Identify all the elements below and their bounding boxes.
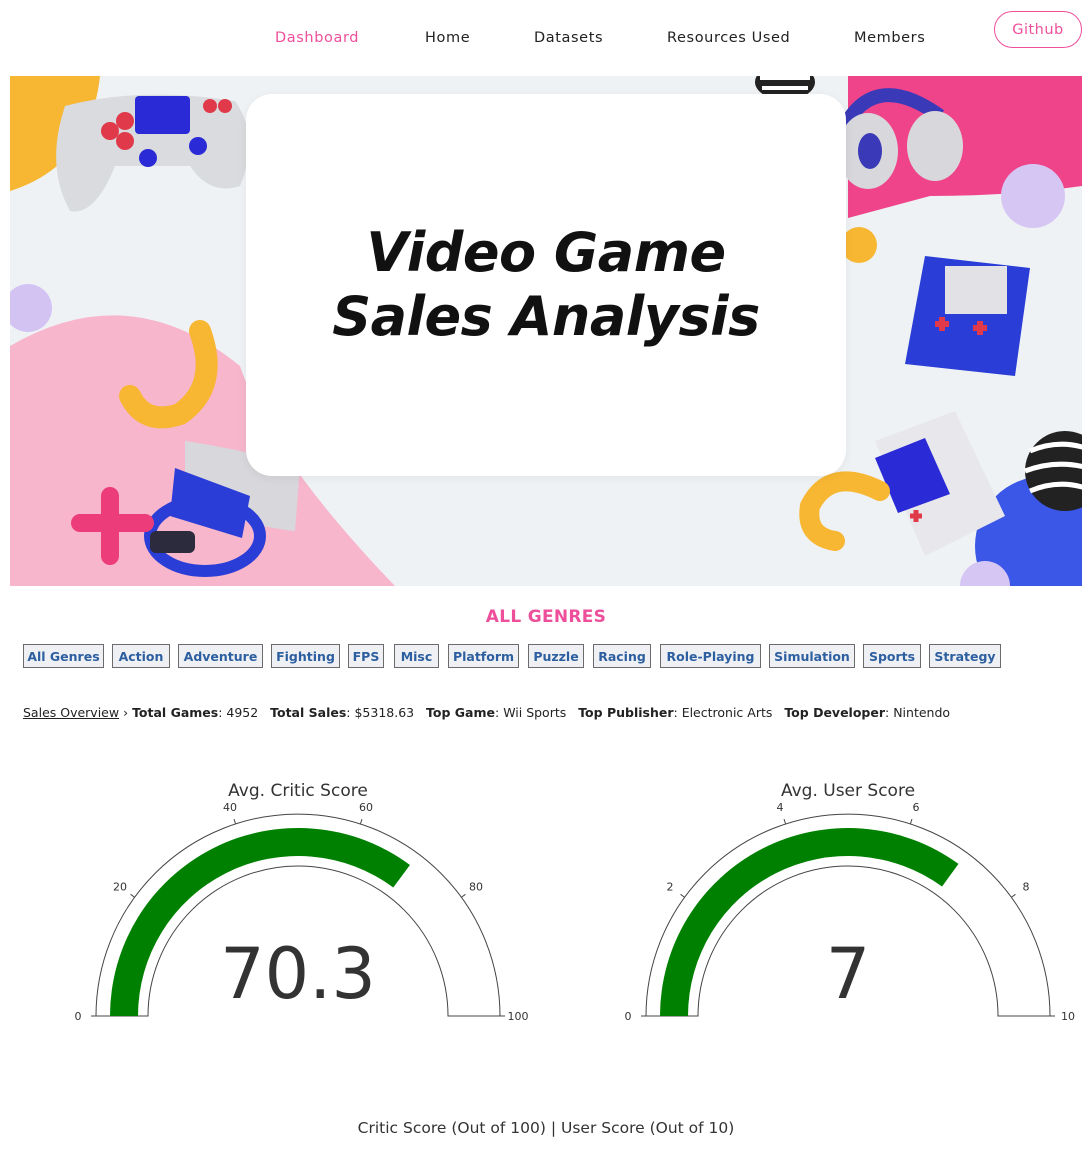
gauge-value-bar	[660, 828, 959, 1016]
gauge-title: Avg. User Score	[781, 781, 915, 801]
gauge-tick	[783, 818, 787, 825]
genre-button-action[interactable]: Action	[112, 644, 170, 668]
top-navbar: Dashboard Home Datasets Resources Used M…	[0, 0, 1092, 76]
gauge-tick	[909, 818, 913, 825]
gauge-tick	[359, 818, 363, 825]
breadcrumb-separator: ›	[123, 705, 129, 720]
score-gauges: 0 20 40 60 80 100 Avg. Critic Score 70.3 0 2 4 6 8 10…	[75, 781, 1076, 1023]
genre-button-racing[interactable]: Racing	[593, 644, 651, 668]
nav-home[interactable]: Home	[425, 30, 470, 46]
genre-button-strategy[interactable]: Strategy	[929, 644, 1001, 668]
gauge-tick	[680, 893, 685, 898]
top-publisher-label: Top Publisher	[578, 705, 674, 720]
genre-button-sports[interactable]: Sports	[863, 644, 921, 668]
gauge-value: 70.3	[220, 933, 376, 1015]
hero-title-line2: Sales Analysis	[332, 285, 760, 348]
gauge-tick-label: 6	[912, 801, 919, 814]
genre-button-adventure[interactable]: Adventure	[178, 644, 263, 668]
gauge-tick	[233, 818, 237, 825]
nav-dashboard[interactable]: Dashboard	[275, 30, 359, 46]
sales-overview-summary: Sales Overview › Total Games: 4952 Total…	[23, 705, 951, 720]
genre-button-puzzle[interactable]: Puzzle	[528, 644, 584, 668]
gauge-tick-label: 0	[625, 1010, 632, 1023]
hero-title-card: Video Game Sales Analysis	[246, 94, 846, 476]
genre-button-fps[interactable]: FPS	[348, 644, 384, 668]
genre-button-simulation[interactable]: Simulation	[769, 644, 855, 668]
gauge-tick-label: 10	[1061, 1010, 1075, 1023]
hero-banner: Video Game Sales Analysis	[10, 76, 1082, 586]
top-game-value: Wii Sports	[503, 705, 567, 720]
gauge-title: Avg. Critic Score	[228, 781, 368, 801]
genre-heading: ALL GENRES	[485, 607, 607, 627]
total-sales-value: $5318.63	[354, 705, 415, 720]
nav-members[interactable]: Members	[854, 30, 925, 46]
genre-button-all-genres[interactable]: All Genres	[23, 644, 104, 668]
gauge-tick-label: 40	[223, 801, 237, 814]
gauge-tick-label: 100	[508, 1010, 529, 1023]
total-games-label: Total Games	[132, 705, 219, 720]
gauge-value: 7	[826, 933, 871, 1015]
gamepad-illustration	[56, 94, 249, 212]
gauge-tick-label: 4	[777, 801, 784, 814]
gauge-tick-label: 0	[75, 1010, 82, 1023]
genre-button-role-playing[interactable]: Role-Playing	[660, 644, 761, 668]
top-publisher-value: Electronic Arts	[681, 705, 773, 720]
genre-button-platform[interactable]: Platform	[448, 644, 519, 668]
sales-overview-link[interactable]: Sales Overview	[23, 705, 119, 720]
nav-resources-used[interactable]: Resources Used	[667, 30, 790, 46]
nav-datasets[interactable]: Datasets	[534, 30, 603, 46]
gauge-tick	[130, 893, 135, 898]
gauge-tick	[461, 893, 466, 898]
genre-button-fighting[interactable]: Fighting	[271, 644, 340, 668]
gauge-tick-label: 8	[1022, 881, 1029, 894]
gauge-tick-label: 60	[359, 801, 373, 814]
genre-button-misc[interactable]: Misc	[394, 644, 439, 668]
gauge-tick	[1011, 893, 1016, 898]
github-button[interactable]: Github	[994, 11, 1082, 48]
top-developer-value: Nintendo	[893, 705, 951, 720]
handheld-console-illustration	[905, 256, 1030, 376]
gauge-tick-label: 20	[113, 881, 127, 894]
total-sales-label: Total Sales	[270, 705, 347, 720]
top-developer-label: Top Developer	[784, 705, 886, 720]
top-game-label: Top Game	[426, 705, 495, 720]
gauge-caption: Critic Score (Out of 100) | User Score (…	[357, 1119, 735, 1137]
hero-title-line1: Video Game	[366, 221, 726, 284]
gauge-tick-label: 80	[469, 881, 483, 894]
total-games-value: 4952	[226, 705, 259, 720]
gauge-tick-label: 2	[667, 881, 674, 894]
